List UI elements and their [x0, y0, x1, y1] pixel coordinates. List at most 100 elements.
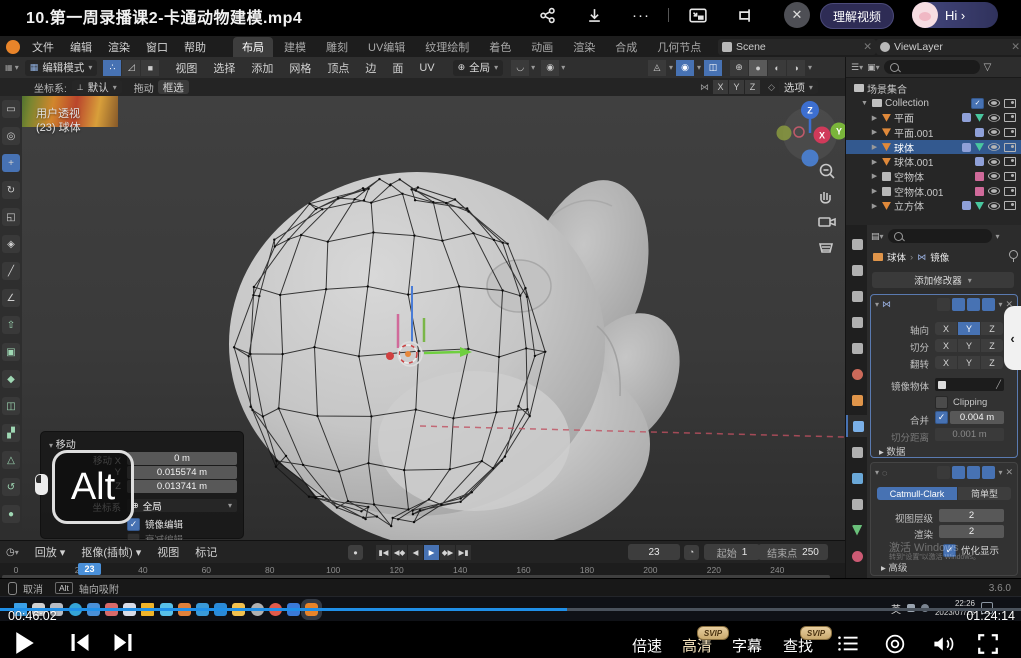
editor-icon[interactable]: ▤▾ — [871, 231, 884, 242]
fullscreen-icon[interactable] — [978, 634, 998, 658]
clipping-row[interactable]: Clipping — [935, 396, 987, 409]
orientation-selector[interactable]: ⊕ 全局 ▾ — [453, 60, 504, 76]
mirror-modifier-header[interactable]: ▾⋈ ▾ ✕ — [875, 298, 1013, 311]
previous-button[interactable] — [70, 634, 90, 656]
outliner-row-平面.001[interactable]: ▶平面.001 — [846, 125, 1021, 140]
disable-render-icon[interactable] — [1004, 99, 1016, 108]
outliner-row-空物体[interactable]: ▶空物体 — [846, 169, 1021, 184]
mirror-axis-Z[interactable]: Z — [745, 80, 760, 94]
viewport-menu-顶点[interactable]: 顶点 — [319, 60, 357, 76]
account-pill[interactable]: Hi › — [912, 2, 998, 28]
hide-viewport-icon[interactable] — [988, 114, 1000, 121]
tool-平滑[interactable]: ● — [2, 505, 20, 523]
disclosure-icon[interactable]: ▶ — [870, 114, 879, 122]
mode-selector[interactable]: ▦ 编辑模式 ▾ — [25, 60, 98, 76]
volume-icon[interactable] — [932, 634, 956, 658]
add-modifier-button[interactable]: 添加修改器▾ — [872, 272, 1014, 288]
timeline-menu-视图[interactable]: 视图 — [149, 544, 187, 560]
menu-帮助[interactable]: 帮助 — [176, 39, 214, 55]
breadcrumb-modifier[interactable]: 镜像 — [930, 250, 949, 264]
hide-viewport-icon[interactable] — [988, 158, 1000, 165]
progress-bar[interactable] — [0, 608, 1021, 611]
workspace-tab-几何节点[interactable]: 几何节点 — [648, 37, 710, 57]
jump-to-start-icon[interactable]: ▮◀ — [376, 545, 391, 560]
edit-mode-toggle[interactable] — [937, 298, 950, 311]
realtime-toggle[interactable] — [952, 466, 965, 479]
tool-挤出区域[interactable]: ⇧ — [2, 316, 20, 334]
workspace-tab-建模[interactable]: 建模 — [275, 37, 315, 57]
options-dropdown[interactable]: 选项▾ — [779, 80, 818, 94]
disable-render-icon[interactable] — [1004, 172, 1016, 181]
properties-tab-modifiers[interactable] — [846, 415, 868, 437]
playhead[interactable]: 23 — [78, 563, 101, 575]
share-icon[interactable] — [533, 3, 561, 27]
render-levels-value[interactable]: 2 — [939, 525, 1004, 538]
rendered-shading-icon[interactable]: ◑ — [787, 60, 805, 76]
mirror-axis-X[interactable]: X — [713, 80, 728, 94]
disclosure-icon[interactable]: ▶ — [870, 143, 879, 151]
play-icon[interactable]: ▶ — [424, 545, 439, 560]
properties-tab-view-layer[interactable] — [846, 311, 868, 333]
playlist-icon[interactable] — [837, 635, 859, 657]
vertex-select-icon[interactable]: ∴ — [103, 60, 121, 76]
seg-flip-X[interactable]: X — [935, 356, 957, 369]
op-orientation-selector[interactable]: ⊕全局▾ — [127, 499, 237, 512]
disable-render-icon[interactable] — [1004, 157, 1016, 166]
properties-tab-object[interactable] — [846, 389, 868, 411]
subtitles-button[interactable]: 字幕 — [732, 635, 762, 656]
tool-多边形建形[interactable]: △ — [2, 451, 20, 469]
render-toggle[interactable] — [967, 298, 980, 311]
material-shading-icon[interactable]: ◐ — [768, 60, 786, 76]
properties-tab-constraints[interactable] — [846, 493, 868, 515]
tool-测量[interactable]: ∠ — [2, 289, 20, 307]
show-overlays-icon[interactable]: ◉ — [676, 60, 694, 76]
tool-变换[interactable]: ◈ — [2, 235, 20, 253]
seg-bisect-Z[interactable]: Z — [981, 339, 1003, 352]
select-box-mode[interactable]: 框选 — [158, 80, 189, 94]
tool-环切[interactable]: ◫ — [2, 397, 20, 415]
navigation-gizmo[interactable]: Z X Y — [777, 101, 846, 167]
workspace-tab-合成[interactable]: 合成 — [606, 37, 646, 57]
blender-logo-icon[interactable] — [6, 40, 20, 54]
use-preview-range-icon[interactable]: ◔ — [684, 545, 699, 560]
tool-旋绕[interactable]: ↺ — [2, 478, 20, 496]
hide-viewport-icon[interactable] — [988, 173, 1000, 180]
proportional-edit-icon[interactable]: ◉ — [541, 60, 559, 76]
seg-bisect-X[interactable]: X — [935, 339, 957, 352]
disable-render-icon[interactable] — [1004, 201, 1016, 210]
subdivision-modifier-panel[interactable]: ▾◌ ▾ ✕ Catmull-Clark 简单型 视图层级 2 渲染 — [870, 462, 1018, 576]
properties-tab-particles[interactable] — [846, 441, 868, 463]
next-keyframe-icon[interactable]: ◆▶ — [440, 545, 455, 560]
disclosure-icon[interactable]: ▶ — [870, 187, 879, 195]
seg-axis-X[interactable]: X — [935, 322, 957, 335]
understand-video-button[interactable]: 理解视频 — [820, 3, 894, 29]
viewport-menu-边[interactable]: 边 — [357, 60, 384, 76]
tool-移动[interactable]: + — [2, 154, 20, 172]
bisect-distance-value[interactable]: 0.001 m — [935, 428, 1004, 441]
viewport-menu-UV[interactable]: UV — [411, 62, 442, 74]
prev-keyframe-icon[interactable]: ◀◆ — [392, 545, 407, 560]
play-button[interactable] — [14, 631, 36, 658]
workspace-tab-布局[interactable]: 布局 — [233, 37, 273, 57]
clock-icon[interactable]: ◷▾ — [6, 547, 19, 558]
workspace-tab-雕刻[interactable]: 雕刻 — [317, 37, 357, 57]
properties-tab-material[interactable] — [846, 545, 868, 567]
breadcrumb-object[interactable]: 球体 — [887, 250, 906, 264]
levels-viewport-value[interactable]: 2 — [939, 509, 1004, 522]
orientation-default-selector[interactable]: ⊥ 默认 ▾ — [72, 80, 122, 94]
frame-end-field[interactable]: 结束点250 — [758, 544, 828, 560]
cage-toggle[interactable] — [982, 298, 995, 311]
outliner-search[interactable] — [884, 60, 980, 74]
disclosure-icon[interactable]: ▶ — [870, 128, 879, 136]
move-x-value[interactable]: 0 m — [127, 452, 237, 465]
scene-unlink-icon[interactable]: ✕ — [863, 41, 872, 53]
seg-axis-Y[interactable]: Y — [958, 322, 980, 335]
tool-框选[interactable]: ▭ — [2, 100, 20, 118]
edit-mode-toggle[interactable] — [937, 466, 950, 479]
outliner-display-icon[interactable]: ☰▾ — [851, 62, 863, 73]
data-section-toggle[interactable]: ▸ 数据 — [879, 444, 905, 458]
tool-游标[interactable]: ◎ — [2, 127, 20, 145]
viewport-menu-网格[interactable]: 网格 — [281, 60, 319, 76]
edge-select-icon[interactable]: ◿ — [122, 60, 140, 76]
menu-窗口[interactable]: 窗口 — [138, 39, 176, 55]
